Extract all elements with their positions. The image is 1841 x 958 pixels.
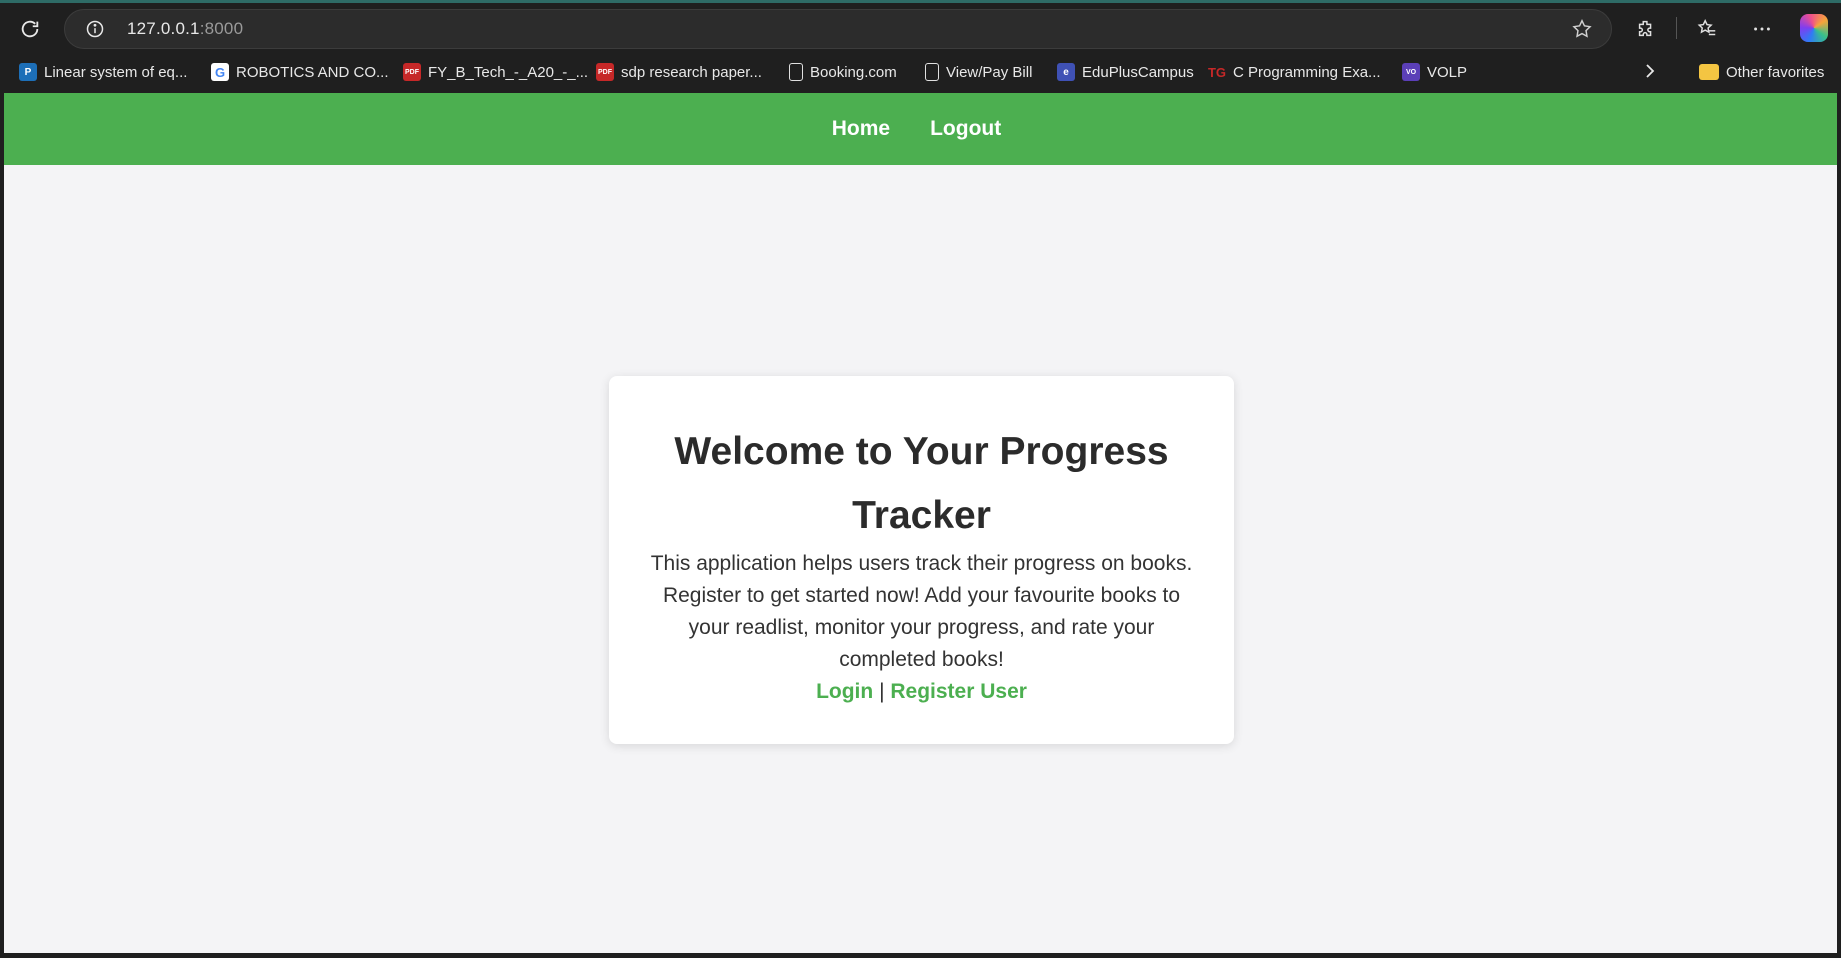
other-favorites-label: Other favorites <box>1726 63 1825 81</box>
bookmark-label: ROBOTICS AND CO... <box>236 63 389 81</box>
bookmark-linear-system[interactable]: P Linear system of eq... <box>19 60 187 84</box>
page-viewport: Home Logout Welcome to Your Progress Tra… <box>4 93 1837 953</box>
bookmark-label: Booking.com <box>810 63 897 81</box>
bookmark-volp[interactable]: VO VOLP <box>1402 60 1467 84</box>
bookmark-sdp-research[interactable]: PDF sdp research paper... <box>596 60 762 84</box>
bookmark-fy-btech[interactable]: PDF FY_B_Tech_-_A20_-_... <box>403 60 588 84</box>
bookmark-booking[interactable]: Booking.com <box>789 60 897 84</box>
link-separator: | <box>879 680 885 703</box>
extensions-icon[interactable] <box>1632 15 1660 43</box>
google-icon: G <box>211 63 229 81</box>
eduplus-icon: e <box>1057 63 1075 81</box>
page-title: Welcome to Your Progress Tracker <box>674 430 1169 537</box>
pdf-icon: PDF <box>596 63 614 81</box>
nav-logout-link[interactable]: Logout <box>930 117 1001 141</box>
site-info-icon[interactable] <box>85 19 105 39</box>
reload-icon[interactable] <box>14 13 46 45</box>
bookmark-label: sdp research paper... <box>621 63 762 81</box>
url-text: 127.0.0.1:8000 <box>127 19 243 39</box>
pdf-icon: PDF <box>403 63 421 81</box>
more-options-icon[interactable] <box>1748 15 1776 43</box>
folder-icon <box>1699 64 1719 80</box>
other-favorites[interactable]: Other favorites <box>1699 60 1824 84</box>
p-logo-icon: P <box>19 63 37 81</box>
bookmark-label: VOLP <box>1427 63 1468 81</box>
browser-window: 127.0.0.1:8000 P Linear system of eq... G… <box>0 0 1841 958</box>
auth-links: Login | Register User <box>645 676 1198 708</box>
site-navbar: Home Logout <box>4 93 1837 165</box>
bookmark-label: C Programming Exa... <box>1233 63 1381 81</box>
copilot-icon[interactable] <box>1800 14 1828 42</box>
bookmarks-bar: P Linear system of eq... G ROBOTICS AND CO… <box>0 52 1841 92</box>
bookmark-robotics[interactable]: G ROBOTICS AND CO... <box>211 60 389 84</box>
bookmark-label: View/Pay Bill <box>946 63 1033 81</box>
toolbar-separator <box>1676 17 1677 39</box>
document-icon <box>789 63 803 81</box>
register-user-link[interactable]: Register User <box>890 680 1027 703</box>
welcome-description: This application helps users track their… <box>650 552 1193 671</box>
volp-icon: VO <box>1402 63 1420 81</box>
favorites-icon[interactable] <box>1693 15 1721 43</box>
bookmark-eduplus[interactable]: e EduPlusCampus <box>1057 60 1194 84</box>
favorite-star-icon[interactable] <box>1571 18 1595 42</box>
url-host: 127.0.0.1 <box>127 19 200 38</box>
url-port: :8000 <box>199 19 244 38</box>
tg-icon: TG <box>1207 64 1227 80</box>
bookmark-label: FY_B_Tech_-_A20_-_... <box>428 63 589 81</box>
nav-home-link[interactable]: Home <box>832 117 890 141</box>
bookmark-label: EduPlusCampus <box>1082 63 1194 81</box>
bookmark-view-pay-bill[interactable]: View/Pay Bill <box>925 60 1032 84</box>
bookmark-label: Linear system of eq... <box>44 63 188 81</box>
bookmarks-overflow-chevron-icon[interactable] <box>1642 62 1658 85</box>
login-link[interactable]: Login <box>816 680 873 703</box>
bookmark-c-programming[interactable]: TG C Programming Exa... <box>1208 60 1381 84</box>
welcome-card: Welcome to Your Progress Tracker This ap… <box>609 376 1234 744</box>
document-icon <box>925 63 939 81</box>
address-bar[interactable]: 127.0.0.1:8000 <box>64 9 1612 49</box>
browser-toolbar: 127.0.0.1:8000 <box>0 0 1841 52</box>
